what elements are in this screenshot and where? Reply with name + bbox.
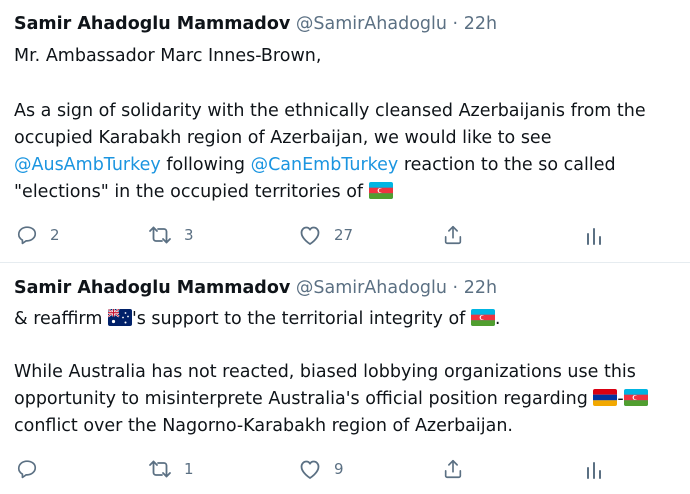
reply-count: 2 [50, 226, 60, 244]
tweet-text-line: "elections" in the occupied territories … [14, 182, 393, 202]
reply-button[interactable] [16, 454, 50, 484]
tweet-text-line: @AusAmbTurkey following @CanEmbTurkey re… [14, 155, 616, 175]
author-handle[interactable]: @SamirAhadoglu [296, 278, 447, 298]
azerbaijan-flag-icon [623, 389, 648, 406]
tweet-header: Samir Ahadoglu Mammadov @SamirAhadoglu ·… [14, 14, 497, 34]
australia-flag-icon [107, 309, 132, 326]
tweet-text-line: As a sign of solidarity with the ethnica… [14, 101, 646, 121]
author-name[interactable]: Samir Ahadoglu Mammadov [14, 278, 290, 298]
azerbaijan-flag-icon [368, 182, 393, 199]
azerbaijan-flag-icon [470, 309, 495, 326]
retweet-count: 1 [184, 460, 194, 478]
tweet-text-line: Mr. Ambassador Marc Innes-Brown, [14, 46, 322, 66]
share-button[interactable] [442, 454, 464, 484]
tweet-text-line: opportunity to misinterprete Australia's… [14, 389, 648, 409]
tweet-text-line: While Australia has not reacted, biased … [14, 362, 636, 382]
analytics-icon [584, 458, 604, 480]
tweet-text-line: conflict over the Nagorno-Karabakh regio… [14, 416, 513, 436]
tweet-2[interactable]: Samir Ahadoglu Mammadov @SamirAhadoglu ·… [0, 262, 690, 494]
reply-icon [16, 224, 38, 246]
retweet-button[interactable]: 1 [148, 454, 194, 484]
retweet-icon [148, 458, 172, 480]
text-segment: opportunity to misinterprete Australia's… [14, 389, 594, 409]
text-segment: . [494, 309, 501, 329]
text-segment: & reaffirm [14, 309, 108, 329]
reply-icon [16, 458, 38, 480]
heart-icon [298, 458, 322, 480]
text-segment: "elections" in the occupied territories … [14, 182, 369, 202]
analytics-icon [584, 224, 604, 246]
retweet-button[interactable]: 3 [148, 220, 194, 250]
armenia-flag-icon [593, 389, 618, 406]
text-segment: following [160, 155, 251, 175]
mention-link[interactable]: @CanEmbTurkey [251, 155, 399, 175]
analytics-button[interactable] [584, 454, 604, 484]
tweet-text-line: occupied Karabakh region of Azerbaijan, … [14, 128, 552, 148]
author-name[interactable]: Samir Ahadoglu Mammadov [14, 14, 290, 34]
tweet-actions: 1 9 [0, 454, 690, 484]
retweet-icon [148, 224, 172, 246]
like-button[interactable]: 9 [298, 454, 344, 484]
text-segment: 's support to the territorial integrity … [131, 309, 471, 329]
timestamp[interactable]: 22h [464, 14, 497, 34]
tweet-1[interactable]: Samir Ahadoglu Mammadov @SamirAhadoglu ·… [0, 0, 690, 262]
analytics-button[interactable] [584, 220, 604, 250]
text-segment: - [617, 389, 624, 409]
text-segment: reaction to the so called [398, 155, 616, 175]
tweet-header: Samir Ahadoglu Mammadov @SamirAhadoglu ·… [14, 278, 497, 298]
separator: · [452, 278, 459, 298]
like-count: 27 [334, 226, 354, 244]
mention-link[interactable]: @AusAmbTurkey [14, 155, 161, 175]
retweet-count: 3 [184, 226, 194, 244]
separator: · [452, 14, 459, 34]
like-count: 9 [334, 460, 344, 478]
like-button[interactable]: 27 [298, 220, 353, 250]
share-icon [442, 458, 464, 480]
share-icon [442, 224, 464, 246]
tweet-text-line: & reaffirm 's support to the territorial… [14, 309, 500, 329]
heart-icon [298, 224, 322, 246]
timestamp[interactable]: 22h [464, 278, 497, 298]
share-button[interactable] [442, 220, 464, 250]
tweet-actions: 2 3 27 [0, 220, 690, 250]
author-handle[interactable]: @SamirAhadoglu [296, 14, 447, 34]
reply-button[interactable]: 2 [16, 220, 60, 250]
